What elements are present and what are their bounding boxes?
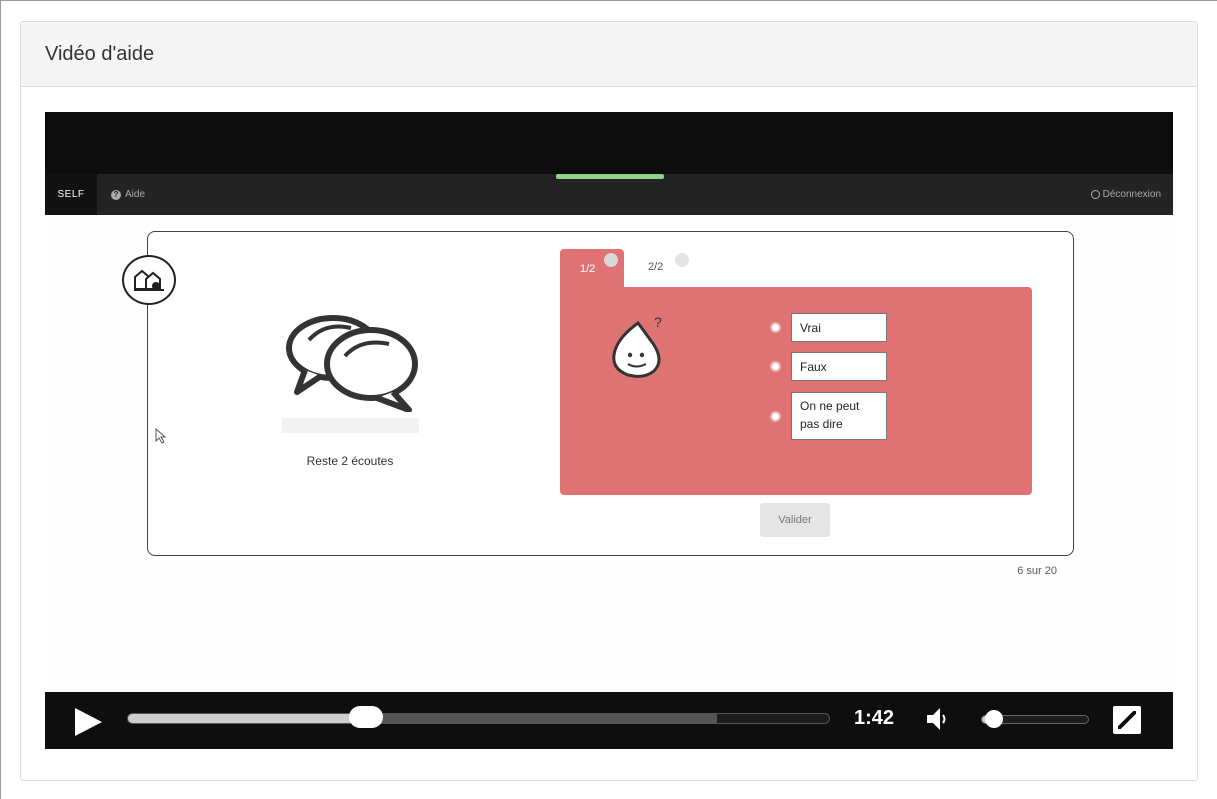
- question-panel: ? Vrai Faux On ne peut pas dire: [560, 287, 1032, 495]
- tab-question-2-status-dot: [675, 253, 689, 267]
- mouse-cursor-icon: [155, 427, 167, 449]
- tab-question-2[interactable]: 2/2: [648, 261, 663, 273]
- answer-radio[interactable]: [770, 322, 781, 333]
- tab-question-1-status-dot: [604, 253, 618, 267]
- logout-link[interactable]: Déconnexion: [1090, 189, 1161, 200]
- thinking-face-icon: ?: [608, 309, 678, 384]
- validate-button[interactable]: Valider: [760, 503, 830, 537]
- help-video[interactable]: SELF ? Aide Déconnexion Reste 2 écoutes …: [45, 112, 1173, 749]
- svg-text:?: ?: [654, 314, 662, 330]
- volume-handle[interactable]: [984, 710, 1003, 728]
- video-top-bar: [45, 112, 1173, 174]
- question-progress: 6 sur 20: [1017, 565, 1057, 577]
- current-time: 1:42: [854, 707, 895, 729]
- seek-bar[interactable]: [127, 713, 830, 724]
- panel-heading: Vidéo d'aide: [21, 22, 1197, 87]
- loading-indicator: [556, 174, 664, 179]
- video-controls: 1:42: [45, 692, 1173, 749]
- speech-bubbles-icon: [285, 312, 420, 417]
- answer-label: Faux: [791, 352, 887, 381]
- answer-option-cannot-say[interactable]: On ne peut pas dire: [770, 392, 887, 440]
- listening-exercise-icon: [122, 255, 176, 305]
- window-border-top: [0, 0, 1217, 1]
- answer-radio[interactable]: [770, 361, 781, 372]
- seek-bar-played: [128, 714, 367, 723]
- answer-label: Vrai: [791, 313, 887, 342]
- panel-title: Vidéo d'aide: [45, 42, 155, 65]
- answer-option-false[interactable]: Faux: [770, 352, 887, 381]
- answer-radio[interactable]: [770, 410, 781, 422]
- tab-question-1-label: 1/2: [580, 263, 596, 275]
- help-link[interactable]: ? Aide: [111, 189, 145, 200]
- window-border-left: [0, 0, 1, 799]
- app-brand[interactable]: SELF: [45, 174, 97, 215]
- answer-label: On ne peut pas dire: [791, 392, 887, 440]
- question-circle-icon: ?: [111, 189, 121, 200]
- app-navbar: SELF ? Aide Déconnexion: [45, 174, 1173, 215]
- volume-icon[interactable]: [925, 706, 949, 737]
- help-link-label: Aide: [125, 189, 146, 200]
- logout-link-label: Déconnexion: [1102, 189, 1161, 200]
- fullscreen-icon[interactable]: [1113, 706, 1141, 734]
- remaining-listens-text: Reste 2 écoutes: [306, 454, 394, 468]
- listen-progress-bar: [282, 418, 419, 433]
- seek-handle[interactable]: [349, 706, 384, 728]
- answer-option-true[interactable]: Vrai: [770, 313, 887, 342]
- power-icon: [1090, 190, 1100, 199]
- tab-question-1[interactable]: 1/2: [560, 249, 624, 289]
- play-icon[interactable]: [75, 708, 102, 736]
